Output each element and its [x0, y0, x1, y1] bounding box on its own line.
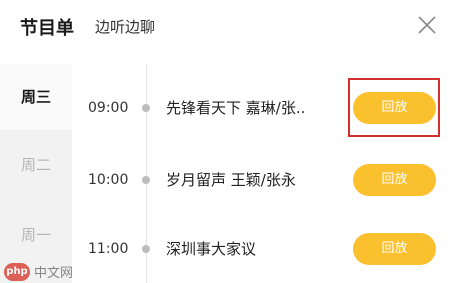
watermark-logo: php: [4, 263, 30, 281]
day-tab-tuesday[interactable]: 周二: [0, 130, 72, 200]
timeline-dot: [142, 245, 150, 253]
header: 节目单 边听边聊: [0, 0, 455, 52]
close-icon: [418, 16, 436, 34]
timeline-dot: [142, 176, 150, 184]
program-row: 10:00 岁月留声 王颖/张永 回放: [72, 160, 455, 200]
program-row: 11:00 深圳事大家议 回放: [72, 229, 455, 269]
day-tab-wednesday[interactable]: 周三: [0, 64, 72, 130]
replay-button[interactable]: 回放: [353, 92, 436, 124]
panel-subtitle: 边听边聊: [95, 18, 156, 36]
watermark: php 中文网: [0, 260, 90, 283]
program-time: 09:00: [88, 100, 129, 116]
program-schedule-panel: 节目单 边听边聊 周三 周二 周一 09:00 先锋看天下 嘉琳/张.. 回放 …: [0, 0, 455, 283]
program-row: 09:00 先锋看天下 嘉琳/张.. 回放: [72, 88, 455, 128]
replay-button[interactable]: 回放: [353, 164, 436, 196]
watermark-text: 中文网: [34, 266, 74, 281]
program-title: 深圳事大家议: [166, 240, 257, 258]
program-title: 先锋看天下 嘉琳/张..: [166, 99, 306, 117]
panel-title: 节目单: [20, 18, 74, 39]
close-button[interactable]: [412, 10, 442, 40]
program-title: 岁月留声 王颖/张永: [166, 171, 296, 189]
program-time: 10:00: [88, 172, 129, 188]
replay-button[interactable]: 回放: [353, 233, 436, 265]
program-time: 11:00: [88, 241, 129, 257]
day-sidebar: 周三 周二 周一: [0, 64, 72, 283]
timeline-dot: [142, 104, 150, 112]
